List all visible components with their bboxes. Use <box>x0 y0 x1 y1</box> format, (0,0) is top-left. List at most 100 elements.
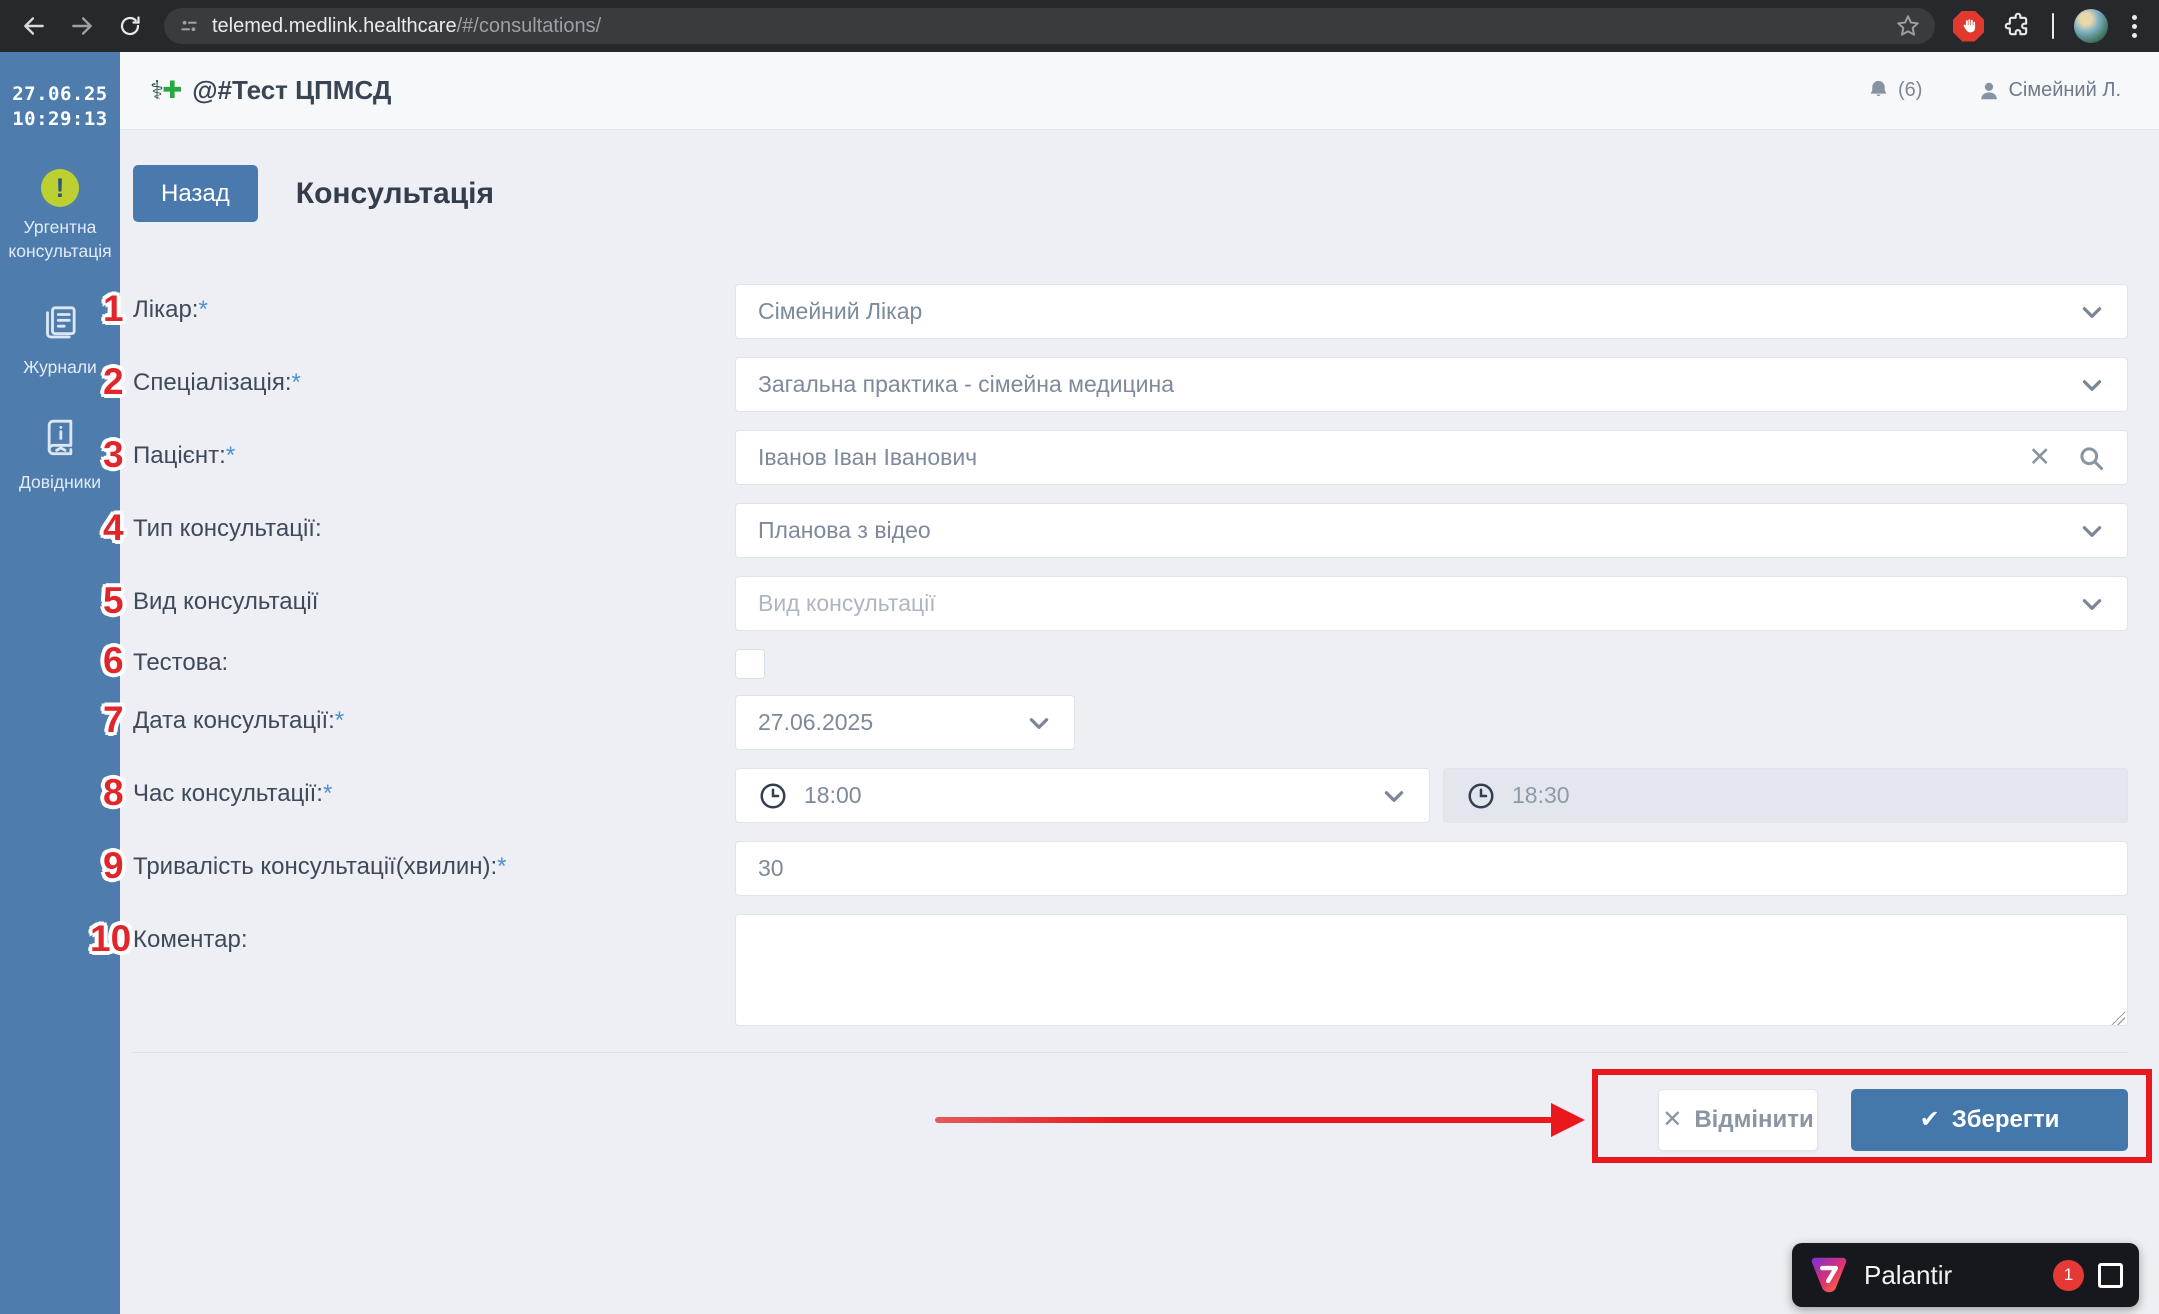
specialization-label: Спеціалізація:* <box>133 357 735 412</box>
form-row-time: 8 Час консультації:* 18:00 18:30 <box>133 768 2128 823</box>
form-row-doctor: 1 Лікар:* Сімейний Лікар <box>133 284 2128 339</box>
date-label: Дата консультації:* <box>133 695 735 750</box>
doctor-select[interactable]: Сімейний Лікар <box>735 284 2128 339</box>
sidebar-item-label: Ургентна <box>8 216 111 240</box>
annotation-number-2: 2 <box>103 362 124 403</box>
extensions-icon[interactable] <box>2004 12 2032 40</box>
test-label: Тестова: <box>133 649 735 679</box>
chevron-down-icon <box>2079 591 2105 617</box>
consultation-type-select[interactable]: Планова з відео <box>735 503 2128 558</box>
search-icon[interactable] <box>2077 444 2105 472</box>
specialization-select[interactable]: Загальна практика - сімейна медицина <box>735 357 2128 412</box>
sidebar-item-label: консультація <box>8 240 111 264</box>
doctor-label: Лікар:* <box>133 284 735 339</box>
palantir-badge: 1 <box>2053 1260 2084 1291</box>
bell-icon <box>1867 79 1890 102</box>
site-info-icon[interactable] <box>178 15 200 37</box>
clock-time: 10:29:13 <box>12 107 108 132</box>
form-row-duration: 9 Тривалість консультації(хвилин):* 30 <box>133 841 2128 896</box>
sidebar-item-label: Довідники <box>19 471 101 495</box>
annotation-number-8: 8 <box>103 773 124 814</box>
clock-date: 27.06.25 <box>12 82 108 107</box>
form-row-specialization: 2 Спеціалізація:* Загальна практика - сі… <box>133 357 2128 412</box>
check-icon: ✔ <box>1920 1108 1940 1132</box>
chevron-down-icon <box>2079 518 2105 544</box>
profile-avatar[interactable] <box>2074 9 2108 43</box>
user-menu[interactable]: Сімейний Л. <box>1978 79 2121 102</box>
form-row-comment: 10 Коментар: <box>133 914 2128 1031</box>
form-divider <box>133 1052 2128 1053</box>
save-label: Зберегти <box>1952 1106 2060 1134</box>
form-row-test: 6 Тестова: <box>133 649 2128 679</box>
save-button[interactable]: ✔ Зберегти <box>1851 1089 2128 1151</box>
annotation-number-10: 10 <box>90 919 131 960</box>
back-icon[interactable] <box>14 6 54 46</box>
clinic-logo-icon: ⚕✚ <box>150 75 182 106</box>
sidebar-clock: 27.06.25 10:29:13 <box>12 82 108 131</box>
chevron-down-icon <box>2079 372 2105 398</box>
time-start-value: 18:00 <box>804 782 862 809</box>
test-checkbox[interactable] <box>735 649 765 679</box>
user-name: Сімейний Л. <box>2008 79 2121 102</box>
adblock-icon[interactable] <box>1953 11 1984 42</box>
comment-textarea[interactable] <box>735 914 2128 1026</box>
time-end-input: 18:30 <box>1443 768 2128 823</box>
notifications-count: (6) <box>1898 79 1922 102</box>
specialization-value: Загальна практика - сімейна медицина <box>758 371 1174 398</box>
clinic-title: @#Тест ЦПМСД <box>192 75 391 106</box>
clear-patient-icon[interactable]: ✕ <box>2028 444 2051 471</box>
urgent-exclamation-icon: ! <box>41 169 79 207</box>
cancel-button[interactable]: ✕ Відмінити <box>1658 1089 1818 1151</box>
consultation-kind-select[interactable]: Вид консультації <box>735 576 2128 631</box>
consultation-type-label: Тип консультації: <box>133 503 735 558</box>
consultation-kind-placeholder: Вид консультації <box>758 590 936 617</box>
reload-icon[interactable] <box>110 6 150 46</box>
annotation-number-1: 1 <box>103 289 124 330</box>
consultation-type-value: Планова з відео <box>758 517 931 544</box>
palantir-widget[interactable]: Palantir 1 <box>1792 1243 2139 1307</box>
browser-actions <box>1953 9 2145 43</box>
duration-value: 30 <box>758 855 784 882</box>
form-actions: ✕ Відмінити ✔ Зберегти <box>133 1089 2128 1151</box>
sidebar-item-label: Журнали <box>23 356 97 380</box>
sidebar-item-urgent-consultation[interactable]: ! Ургентна консультація <box>8 169 111 263</box>
toolbar-separator <box>2052 13 2054 39</box>
notifications-button[interactable]: (6) <box>1867 79 1922 102</box>
address-bar[interactable]: telemed.medlink.healthcare/#/consultatio… <box>164 8 1935 44</box>
sidebar-item-journals[interactable]: Журнали <box>23 302 97 380</box>
form-row-consultation-type: 4 Тип консультації: Планова з відео <box>133 503 2128 558</box>
form-row-consultation-kind: 5 Вид консультації Вид консультації <box>133 576 2128 631</box>
browser-menu-icon[interactable] <box>2128 11 2141 42</box>
date-select[interactable]: 27.06.2025 <box>735 695 1075 750</box>
annotation-number-7: 7 <box>103 700 124 741</box>
duration-input[interactable]: 30 <box>735 841 2128 896</box>
restore-window-icon[interactable] <box>2098 1263 2123 1288</box>
annotation-number-6: 6 <box>103 641 124 682</box>
sidebar-item-references[interactable]: Довідники <box>19 417 101 495</box>
page-title: Консультація <box>296 177 494 211</box>
doctor-value: Сімейний Лікар <box>758 298 922 325</box>
bookmark-star-icon[interactable] <box>1895 13 1921 39</box>
chevron-down-icon <box>1026 710 1052 736</box>
url-text[interactable]: telemed.medlink.healthcare/#/consultatio… <box>212 15 1883 38</box>
clock-icon <box>758 781 788 811</box>
consultation-kind-label: Вид консультації <box>133 576 735 631</box>
annotation-number-9: 9 <box>103 846 124 887</box>
patient-search-input[interactable]: Іванов Іван Іванович ✕ <box>735 430 2128 485</box>
user-icon <box>1978 80 2000 102</box>
palantir-name: Palantir <box>1864 1260 1952 1291</box>
reference-book-icon <box>40 417 80 462</box>
journals-icon <box>40 302 80 347</box>
time-label: Час консультації:* <box>133 768 735 823</box>
annotation-number-3: 3 <box>103 435 124 476</box>
duration-label: Тривалість консультації(хвилин):* <box>133 841 735 896</box>
time-start-input[interactable]: 18:00 <box>735 768 1430 823</box>
patient-label: Пацієнт:* <box>133 430 735 485</box>
date-value: 27.06.2025 <box>758 709 873 736</box>
main-content: Назад Консультація 1 Лікар:* Сімейний Лі… <box>120 130 2159 1314</box>
forward-icon[interactable] <box>62 6 102 46</box>
browser-toolbar: telemed.medlink.healthcare/#/consultatio… <box>0 0 2159 52</box>
back-button[interactable]: Назад <box>133 165 258 222</box>
comment-label: Коментар: <box>133 914 735 1031</box>
app-header: ⚕✚ @#Тест ЦПМСД (6) Сімейний Л. <box>120 52 2159 130</box>
